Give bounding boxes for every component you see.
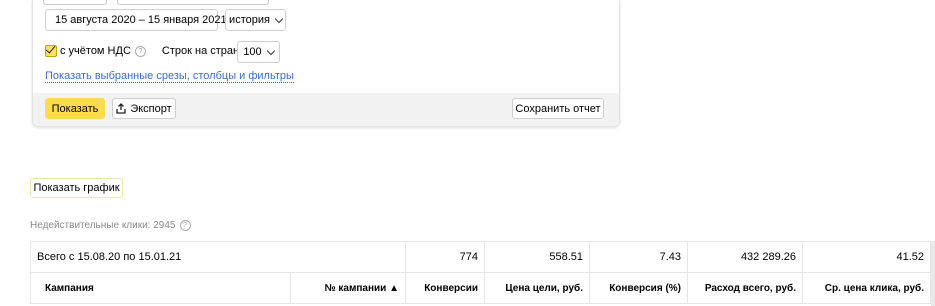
rows-per-page-value: 100 [243,46,262,58]
show-graph-button[interactable]: Показать график [30,178,123,198]
vat-checkbox[interactable] [45,45,57,57]
help-icon[interactable]: ? [134,45,146,57]
totals-row: Всего с 15.08.20 по 15.01.21 774 558.51 … [30,241,931,273]
col-conversion-rate[interactable]: Конверсия (%) [589,272,688,304]
header-row: Кампания № кампании ▲ Конверсии Цена цел… [30,272,931,304]
total-spend: 432 289.26 [687,241,803,273]
history-dropdown[interactable]: история [225,9,286,31]
export-button[interactable]: Экспорт [112,98,176,119]
export-button-label: Экспорт [130,102,172,115]
invalid-clicks-text: Недействительные клики: 2945 [30,220,176,231]
col-campaign-number[interactable]: № кампании ▲ [290,272,406,304]
cut-off-control [117,0,269,5]
chevron-down-icon [274,14,284,23]
cut-off-control [43,0,107,5]
report-settings-panel: 15 августа 2020 – 15 января 2021 история… [32,0,620,127]
save-report-label: Сохранить отчет [515,102,601,115]
date-range-picker[interactable]: 15 августа 2020 – 15 января 2021 [45,9,227,31]
date-range-value: 15 августа 2020 – 15 января 2021 [55,14,227,26]
col-spend[interactable]: Расход всего, руб. [687,272,803,304]
save-report-button[interactable]: Сохранить отчет [512,98,604,119]
help-icon[interactable]: ? [179,220,191,231]
total-conversions: 774 [405,241,485,273]
total-avg-cpc: 41.52 [802,241,931,273]
totals-label: Всего с 15.08.20 по 15.01.21 [30,241,406,273]
history-label: история [229,14,270,26]
col-avg-cpc[interactable]: Ср. цена клика, руб. [802,272,931,304]
invalid-clicks: Недействительные клики: 2945 ? [30,220,191,231]
stats-table: Всего с 15.08.20 по 15.01.21 774 558.51 … [30,241,931,304]
chevron-down-icon [266,46,275,55]
show-button[interactable]: Показать [45,98,105,119]
total-goal-price: 558.51 [484,241,590,273]
export-icon [116,103,126,114]
horizontal-scroll-edge[interactable] [931,241,935,306]
show-button-label: Показать [51,102,99,115]
col-conversions[interactable]: Конверсии [405,272,485,304]
show-graph-label: Показать график [33,182,120,194]
rows-per-page-select[interactable]: 100 [237,41,280,63]
col-campaign[interactable]: Кампания [30,272,291,304]
vat-label: с учётом НДС [60,45,131,57]
show-selected-filters-link[interactable]: Показать выбранные срезы, столбцы и филь… [45,70,294,83]
total-conversion-rate: 7.43 [589,241,688,273]
panel-footer: Показать Экспорт Сохранить отчет [33,93,619,126]
col-goal-price[interactable]: Цена цели, руб. [484,272,590,304]
